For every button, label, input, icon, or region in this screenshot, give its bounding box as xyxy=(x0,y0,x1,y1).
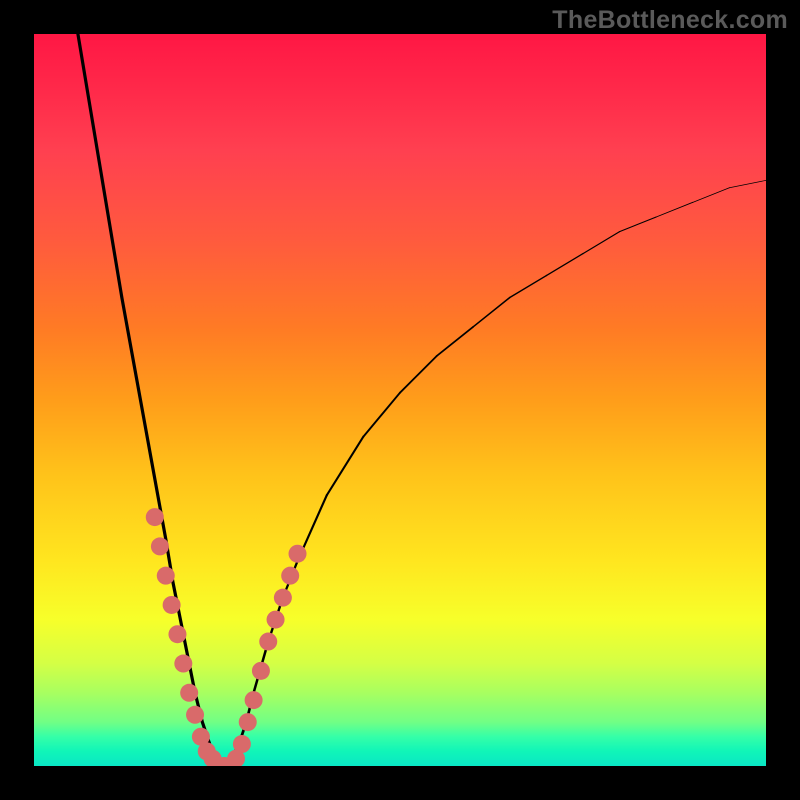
data-dot xyxy=(233,735,251,753)
data-dot xyxy=(180,684,198,702)
data-dot xyxy=(239,713,257,731)
curve-path xyxy=(693,188,730,203)
data-dot xyxy=(163,596,181,614)
curve-path xyxy=(363,393,400,437)
data-dot xyxy=(267,611,285,629)
curve-path xyxy=(400,356,437,393)
data-dot xyxy=(289,545,307,563)
data-dot xyxy=(186,706,204,724)
curve-path xyxy=(729,180,766,187)
curve-path xyxy=(327,437,364,496)
watermark-text: TheBottleneck.com xyxy=(552,6,788,35)
curve-path xyxy=(437,327,474,356)
data-dot xyxy=(157,567,175,585)
data-dot xyxy=(281,567,299,585)
chart-svg xyxy=(34,34,766,766)
data-dot xyxy=(252,662,270,680)
data-dot xyxy=(168,625,186,643)
curve-path xyxy=(78,34,224,766)
data-dot xyxy=(174,655,192,673)
curve-path xyxy=(510,276,547,298)
curve-path xyxy=(656,202,693,217)
curve-path xyxy=(473,298,510,327)
data-dot xyxy=(259,633,277,651)
curve-path xyxy=(583,232,620,254)
chart-frame: TheBottleneck.com xyxy=(0,0,800,800)
curve-path xyxy=(546,254,583,276)
data-dot xyxy=(274,589,292,607)
plot-area xyxy=(34,34,766,766)
curve-path xyxy=(620,217,657,232)
data-dot xyxy=(245,691,263,709)
data-dot xyxy=(151,537,169,555)
data-dot xyxy=(146,508,164,526)
